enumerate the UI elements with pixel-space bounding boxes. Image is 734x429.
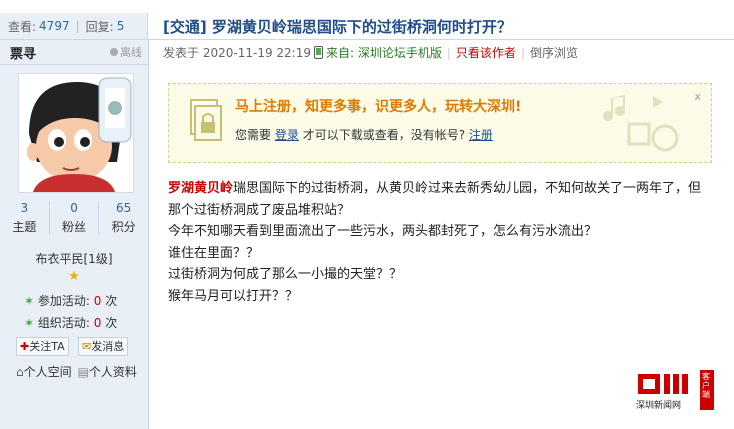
- thread-stats: 查看: 4797 | 回复: 5: [0, 13, 148, 39]
- home-icon: ⌂: [16, 365, 24, 379]
- runner-icon: ✶: [24, 316, 35, 330]
- activity-organize: ✶ 组织活动: 0 次: [24, 316, 118, 330]
- views-label: 查看:: [8, 19, 37, 34]
- author-name[interactable]: 票寻: [10, 43, 36, 62]
- post-time: 2020-11-19 22:19: [202, 45, 311, 60]
- register-link[interactable]: 注册: [469, 128, 493, 142]
- offline-icon: [110, 48, 118, 56]
- follow-button[interactable]: ✚关注TA: [16, 337, 69, 356]
- views-count: 4797: [39, 19, 70, 33]
- status-badge: 离线: [110, 44, 142, 60]
- only-author-link[interactable]: 只看该作者: [456, 44, 516, 61]
- user-rank: 布衣平民[1级] ★: [0, 250, 148, 284]
- replies-count: 5: [116, 19, 125, 33]
- notice-headline: 马上注册，知更多事，识更多人，玩转大深圳!: [235, 99, 522, 115]
- avatar[interactable]: [18, 73, 134, 193]
- post-info: 发表于 2020-11-19 22:19 来自: 深圳论坛手机版 | 只看该作者…: [163, 44, 578, 61]
- message-button[interactable]: ✉发消息: [78, 337, 129, 356]
- rank-label: 布衣平民[1级]: [35, 252, 113, 266]
- content-line: 过街桥洞为何成了那么一小撮的天堂？？: [168, 267, 403, 282]
- highlight-keyword[interactable]: 罗湖黄贝岭: [168, 181, 233, 196]
- watermark-tag: 客户端: [702, 372, 710, 399]
- source-link[interactable]: 深圳论坛手机版: [358, 44, 442, 61]
- thread-title[interactable]: [交通] 罗湖黄贝岭瑞思国际下的过街桥洞何时打开？: [163, 16, 512, 37]
- profile-links: ⌂个人空间 ▤个人资料: [16, 363, 137, 380]
- lock-icon: [190, 99, 222, 141]
- watermark-logo: 深圳新闻网 客户端: [634, 368, 718, 415]
- watermark-brand: 深圳新闻网: [636, 401, 682, 411]
- content-line: 罗湖黄贝岭瑞思国际下的过街桥洞，从黄贝岭过来去新秀幼儿园，不知何故关了一两年了，…: [168, 181, 702, 196]
- mobile-icon: [313, 46, 323, 59]
- content-line: 那个过街桥洞成了废品堆积站？: [168, 202, 351, 218]
- replies-label: 回复:: [85, 19, 114, 34]
- close-icon[interactable]: x: [694, 90, 701, 103]
- author-stats: 3 主题 0 粉丝 65 积分: [0, 201, 148, 235]
- author-sidebar: 票寻 离线 3 主题 0 粉丝 65 积分 布衣平民[1级] ★ ✶ 参加活动:…: [0, 40, 149, 429]
- star-icon: ★: [68, 269, 80, 284]
- activity-join: ✶ 参加活动: 0 次: [24, 294, 118, 308]
- register-notice: 马上注册，知更多事，识更多人，玩转大深圳! 您需要 登录 才可以下载或查看，没有…: [168, 83, 712, 163]
- decor-icons: [603, 95, 679, 152]
- points-stat[interactable]: 65 积分: [98, 201, 148, 235]
- author-name-row: 票寻 离线: [0, 40, 148, 65]
- reverse-order-link[interactable]: 倒序浏览: [530, 44, 578, 61]
- thread-header: 查看: 4797 | 回复: 5 [交通] 罗湖黄贝岭瑞思国际下的过街桥洞何时打…: [0, 13, 734, 40]
- post-content: 罗湖黄贝岭瑞思国际下的过街桥洞，从黄贝岭过来去新秀幼儿园，不知何故关了一两年了，…: [168, 178, 734, 307]
- profile-link[interactable]: 个人资料: [89, 365, 137, 379]
- runner-icon: ✶: [24, 294, 35, 308]
- content-line: 猴年马月可以打开？？: [168, 288, 299, 304]
- content-line: 谁住在里面？？: [168, 245, 260, 261]
- plus-icon: ✚: [20, 340, 30, 353]
- stats-divider: |: [75, 19, 80, 33]
- topics-stat[interactable]: 3 主题: [0, 201, 49, 235]
- notice-text: 您需要 登录 才可以下载或查看，没有帐号? 注册: [235, 128, 493, 142]
- fans-stat[interactable]: 0 粉丝: [48, 201, 99, 235]
- content-line: 今年不知哪天看到里面流出了一些污水，两头都封死了，怎么有污水流出？: [168, 224, 598, 239]
- envelope-icon: ✉: [82, 340, 92, 353]
- space-link[interactable]: 个人空间: [24, 365, 72, 379]
- login-link[interactable]: 登录: [275, 128, 299, 142]
- doc-icon: ▤: [77, 365, 89, 379]
